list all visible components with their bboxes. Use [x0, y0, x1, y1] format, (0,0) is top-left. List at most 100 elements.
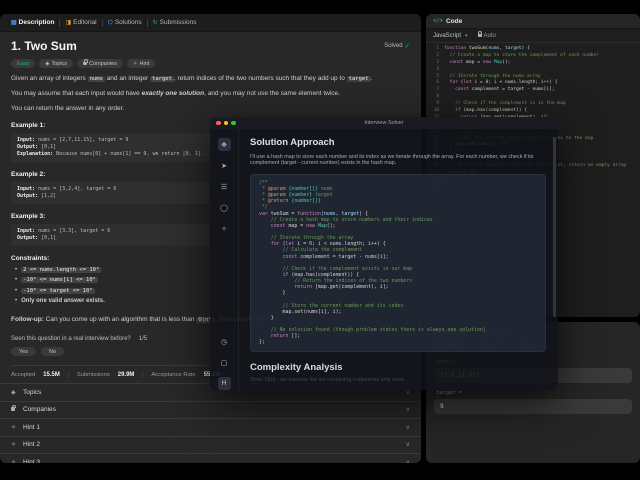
tab-submissions[interactable]: ↻Submissions [148, 14, 202, 31]
problem-paragraph-2: You may assume that each input would hav… [11, 90, 410, 98]
editor-header: </> Code [426, 14, 640, 29]
line-number: 5 [426, 74, 444, 81]
badge-hint[interactable]: ✧Hint [127, 59, 155, 68]
code-text: // Calculate the complement [259, 247, 362, 253]
tab-label: Solutions [115, 19, 142, 26]
window-icon[interactable]: ▢ [218, 356, 231, 369]
accordion-label: Companies [23, 406, 56, 413]
tab-label: Editorial [73, 19, 96, 26]
hint-icon: ✧ [133, 61, 138, 67]
problem-paragraph-1: Given an array of integers nums and an i… [11, 75, 410, 83]
problem-paragraph-3: You can return the answer in any order. [11, 105, 410, 113]
code-text: if (map.has(complement)) { [444, 108, 527, 115]
code-text: * @return {number[]} [259, 198, 321, 204]
solved-badge: Solved ✓ [384, 42, 410, 50]
code-chip: target [347, 76, 371, 82]
code-chip: target [150, 76, 174, 82]
clock-icon[interactable]: ◷ [218, 335, 231, 348]
code-line: 10 if (map.has(complement)) { [426, 108, 640, 115]
pointer-icon[interactable]: ➤ [218, 159, 231, 172]
tab-solutions[interactable]: ⌬Solutions [103, 14, 147, 31]
overlay-icon-rail: ❖ ➤ ☰ ◯ ✧ ◷ ▢ H [210, 129, 239, 390]
companies-icon [83, 62, 87, 66]
line-number: 6 [426, 80, 444, 87]
list-icon[interactable]: ☰ [218, 180, 231, 193]
badge-topics[interactable]: ◈Topics [39, 59, 73, 68]
tab-description[interactable]: ▤Description [6, 14, 59, 31]
accordion-companies[interactable]: Companies∨ [0, 401, 421, 419]
badge-easy[interactable]: Easy [11, 59, 35, 68]
hint-2-icon: ✧ [11, 441, 18, 448]
language-select[interactable]: JavaScript [433, 33, 461, 39]
solution-approach-text: I'll use a hash map to store each number… [250, 154, 546, 167]
hint-3-icon: ✧ [11, 459, 18, 463]
code-text: // Check if the complement exists in our… [259, 266, 412, 272]
tab-editorial[interactable]: ◨Editorial [60, 14, 101, 31]
bulb-icon[interactable]: ✧ [218, 222, 231, 235]
lock-icon [11, 407, 15, 411]
code-text: } [259, 290, 286, 296]
accordion-hint-1[interactable]: ✧ Hint 1 ∨ [0, 418, 421, 436]
description-icon: ▤ [11, 19, 17, 26]
chevron-down-icon: ∨ [406, 441, 410, 448]
hint-1-icon: ✧ [11, 424, 18, 431]
field-input[interactable]: 9 [434, 399, 632, 414]
chevron-down-icon: ▾ [465, 33, 468, 39]
accordion-hint-2[interactable]: ✧ Hint 2 ∨ [0, 436, 421, 454]
lock-icon [478, 34, 482, 38]
code-line: 2 // Create a map to store the complemen… [426, 53, 640, 60]
line-number: 9 [426, 101, 444, 108]
badge-label: Companies [89, 61, 117, 67]
badge-companies[interactable]: Companies [77, 59, 123, 68]
accordion-hint-3[interactable]: ✧Hint 3∨ [0, 453, 421, 463]
submissions-count: 29.9M [118, 372, 135, 378]
accordion-label: Hint 1 [23, 424, 40, 431]
bullet-icon: • [15, 298, 17, 304]
bullet-icon: • [15, 267, 17, 273]
topics-icon: ◈ [45, 61, 49, 67]
code-icon: </> [433, 18, 443, 24]
no-button[interactable]: No [41, 347, 64, 356]
code-text: * @param {number[]} nums [259, 186, 333, 192]
code-text: /** [259, 180, 268, 186]
code-line: 3 const map = new Map(); [426, 60, 640, 67]
code-text: // Iterate through the array [259, 235, 353, 241]
code-line: 1function twoSum(nums, target) { [426, 46, 640, 53]
interview-solver-window: Interview Solver ❖ ➤ ☰ ◯ ✧ ◷ ▢ H Solution Appro… [210, 117, 558, 390]
constraint-code: 2 <= nums.length <= 10⁴ [21, 267, 101, 273]
badge-row: Easy ◈Topics Companies ✧Hint [11, 59, 410, 68]
line-number: 3 [426, 60, 444, 67]
code-text: // Create a hash map to store numbers an… [259, 217, 433, 223]
overlay-scrollbar[interactable] [553, 137, 556, 317]
code-text: var twoSum = function(nums, target) { [259, 211, 368, 217]
constraint-code: -10⁹ <= target <= 10⁹ [21, 288, 95, 294]
chevron-down-icon: ∨ [406, 424, 410, 431]
app-logo-icon[interactable]: ❖ [218, 138, 231, 151]
auto-toggle[interactable]: Auto [478, 33, 496, 39]
editor-toolbar: JavaScript ▾ Auto [426, 29, 640, 43]
yes-button[interactable]: Yes [11, 347, 36, 356]
code-text: }; [259, 339, 265, 345]
constraint-code: -10⁹ <= nums[i] <= 10⁹ [21, 277, 98, 283]
line-number: 10 [426, 108, 444, 115]
topics-icon: ◈ [11, 389, 18, 396]
badge-label: Topics [51, 61, 67, 67]
accordion-label: Hint 2 [23, 441, 40, 448]
bullet-icon: • [15, 288, 17, 294]
accordion-label: Topics [23, 389, 41, 396]
tab-label: Description [19, 19, 55, 26]
overlay-code-block: /** * @param {number[]} nums * @param {n… [250, 174, 546, 352]
code-text: // Create a map to store the complement … [444, 53, 599, 60]
overlay-titlebar[interactable]: Interview Solver [210, 117, 558, 129]
code-text: } [259, 315, 274, 321]
code-text: const complement = target - nums[i]; [259, 254, 389, 260]
code-line: 7 const complement = target - nums[i]; [426, 87, 640, 94]
code-text: map.set(nums[i], i); [259, 309, 341, 315]
circle-icon[interactable]: ◯ [218, 201, 231, 214]
line-number: 2 [426, 53, 444, 60]
code-line: 9 // Check if the complement is in the m… [426, 101, 640, 108]
solution-approach-heading: Solution Approach [250, 137, 546, 148]
h-badge[interactable]: H [218, 377, 231, 390]
window-title: Interview Solver [210, 120, 558, 126]
code-line: }; [259, 339, 537, 345]
